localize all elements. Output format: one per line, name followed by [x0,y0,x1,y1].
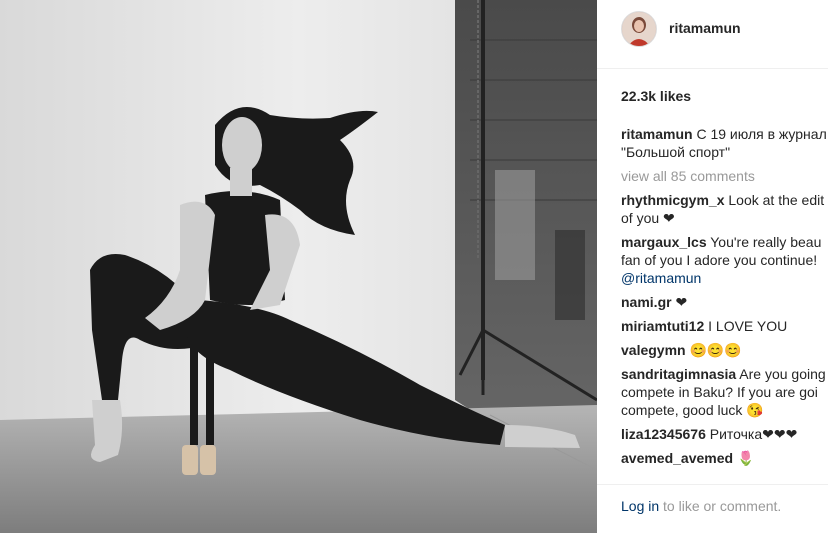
comment-text: of you ❤ [621,210,675,226]
caption: ritamamun С 19 июля в журнал "Большой сп… [621,125,828,161]
comment-username[interactable]: rhythmicgym_x [621,192,724,208]
post-photo[interactable] [0,0,597,533]
post-footer: Log in to like or comment. [597,484,828,533]
comments-list: ritamamun С 19 июля в журнал "Большой сп… [621,125,828,473]
comment-item: avemed_avemed 🌷 [621,449,828,467]
photo-image [0,0,597,533]
comment-username[interactable]: nami.gr [621,294,672,310]
comment-text: Are you going [739,366,826,382]
comment-text: 🌷 [736,450,755,466]
comment-text: compete in Baku? If you are goi [621,384,818,400]
login-link[interactable]: Log in [621,498,659,514]
comment-text: fan of you I adore you continue! [621,252,818,268]
comment-text: I LOVE YOU [708,318,788,334]
comment-text: Look at the edit [728,192,825,208]
comment-item: miriamtuti12 I LOVE YOU [621,317,828,335]
view-all-comments-link[interactable]: view all 85 comments [621,167,828,185]
comment-item: liza12345676 Риточка❤❤❤ [621,425,828,443]
caption-text-line2: "Большой спорт" [621,144,731,160]
comment-text: You're really beau [710,234,822,250]
post-username[interactable]: ritamamun [669,20,741,36]
post-sidebar: ritamamun 22.3k likes ritamamun С 19 июл… [597,0,828,533]
post-header: ritamamun [597,0,828,69]
avatar[interactable] [621,11,657,47]
comment-username[interactable]: avemed_avemed [621,450,733,466]
comment-item: margaux_lcs You're really beau fan of yo… [621,233,828,287]
comment-item: rhythmicgym_x Look at the edit of you ❤ [621,191,828,227]
comment-text: Риточка❤❤❤ [709,426,798,442]
caption-text-line1: С 19 июля в журнал [696,126,827,142]
comment-item: sandritagimnasia Are you going compete i… [621,365,828,419]
comment-item: valegymn 😊😊😊 [621,341,828,359]
avatar-image [622,12,656,46]
comment-username[interactable]: margaux_lcs [621,234,707,250]
comment-username[interactable]: valegymn [621,342,686,358]
login-prompt: Log in to like or comment. [621,498,781,514]
likes-count[interactable]: 22.3k likes [621,88,691,104]
caption-username[interactable]: ritamamun [621,126,693,142]
comment-text: compete, good luck 😘 [621,402,764,418]
comment-username[interactable]: liza12345676 [621,426,706,442]
comment-mention-link[interactable]: @ritamamun [621,269,828,287]
comment-username[interactable]: miriamtuti12 [621,318,704,334]
comment-text: ❤ [675,294,688,310]
comment-item: nami.gr ❤ [621,293,828,311]
comment-username[interactable]: sandritagimnasia [621,366,736,382]
login-prompt-text: to like or comment. [663,498,782,514]
comment-text: 😊😊😊 [689,342,742,358]
